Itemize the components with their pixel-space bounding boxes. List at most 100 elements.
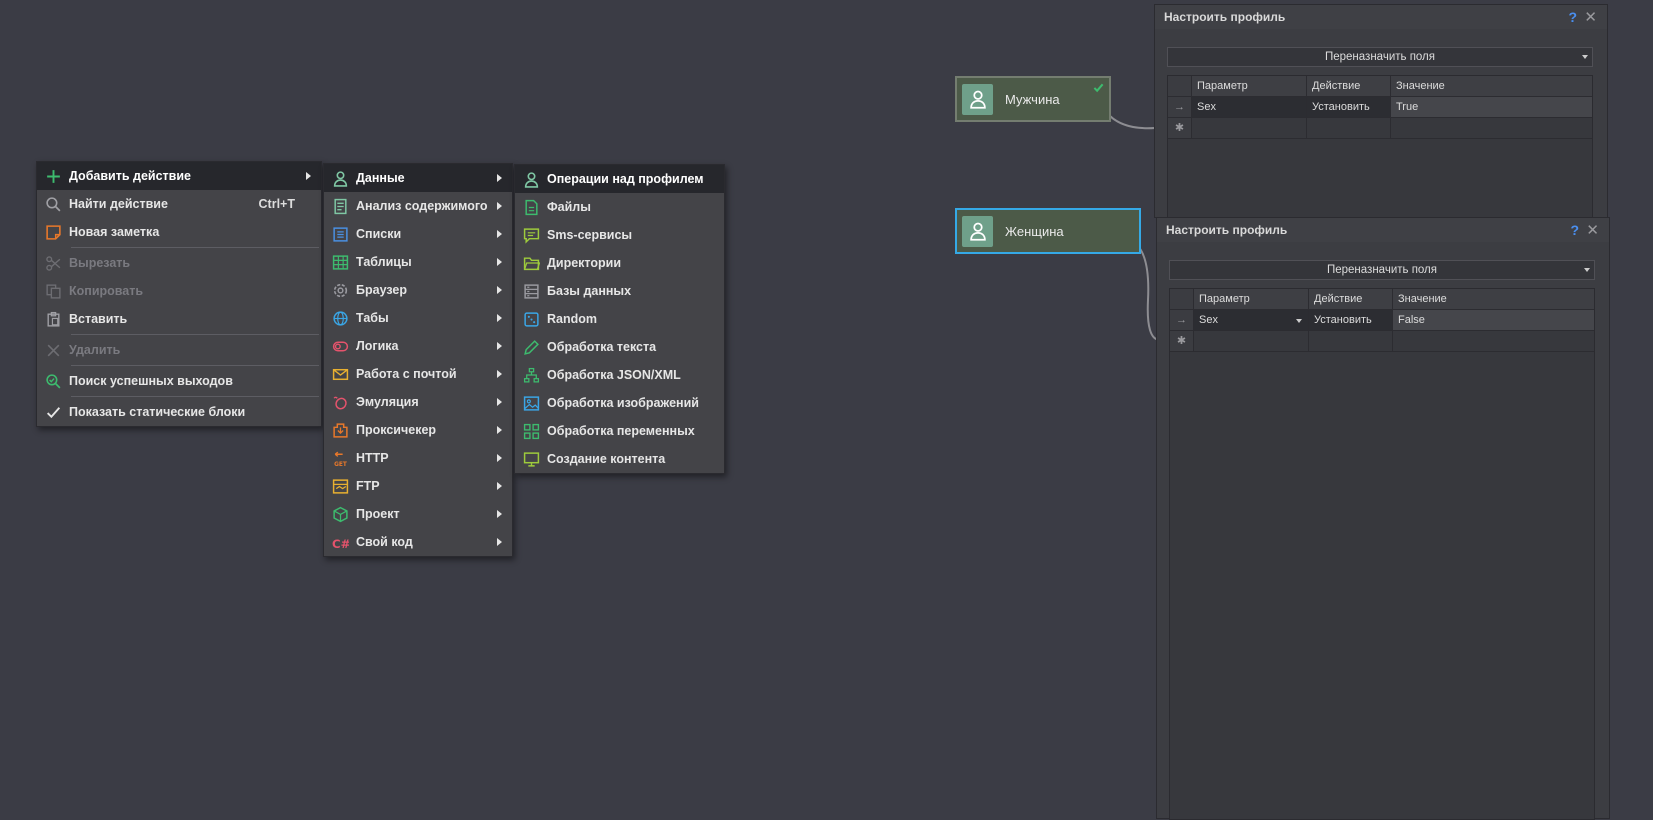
row-arrow-icon: → <box>1168 97 1192 117</box>
menu-item-text-processing[interactable]: Обработка текста <box>515 333 724 361</box>
column-header[interactable]: Значение <box>1393 289 1594 309</box>
menu-item-custom-code[interactable]: C# Свой код <box>324 528 512 556</box>
menu-item-proxychecker[interactable]: Проксичекер <box>324 416 512 444</box>
copy-icon <box>37 283 69 300</box>
file-icon <box>515 199 547 216</box>
panel-title: Настроить профиль <box>1166 223 1288 237</box>
action-cell[interactable]: Установить <box>1309 310 1393 330</box>
new-row[interactable]: ✱ <box>1170 331 1594 352</box>
menu-item-mail[interactable]: Работа с почтой <box>324 360 512 388</box>
menu-item-new-note[interactable]: Новая заметка <box>37 218 321 246</box>
value-cell[interactable]: True <box>1391 97 1592 117</box>
grid-header: Параметр Действие Значение <box>1168 76 1592 97</box>
toggle-icon <box>324 338 356 355</box>
menu-item-paste[interactable]: Вставить <box>37 305 321 333</box>
context-menu: Добавить действие Найти действие Ctrl+T … <box>36 161 322 427</box>
menu-item-browser[interactable]: Браузер <box>324 276 512 304</box>
action-cell[interactable]: Установить <box>1307 97 1391 117</box>
table-icon <box>324 254 356 271</box>
remap-fields-dropdown[interactable]: Переназначить поля <box>1167 47 1593 67</box>
menu-item-tabs[interactable]: Табы <box>324 304 512 332</box>
menu-item-http[interactable]: GET HTTP <box>324 444 512 472</box>
panel-title: Настроить профиль <box>1164 10 1286 24</box>
globe-icon <box>324 310 356 327</box>
paste-icon <box>37 311 69 328</box>
menu-item-emulation[interactable]: Эмуляция <box>324 388 512 416</box>
value-cell[interactable]: False <box>1393 310 1594 330</box>
menu-item-ftp[interactable]: FTP <box>324 472 512 500</box>
chevron-down-icon <box>1582 55 1588 59</box>
menu-item-data[interactable]: Данные <box>324 164 512 192</box>
node-male[interactable]: Мужчина <box>955 76 1111 122</box>
panel-title-bar: Настроить профиль ? ✕ <box>1157 218 1609 242</box>
menu-item-project[interactable]: Проект <box>324 500 512 528</box>
chat-icon <box>515 227 547 244</box>
menu-item-copy[interactable]: Копировать <box>37 277 321 305</box>
menu-item-profile-operations[interactable]: Операции над профилем <box>515 165 724 193</box>
close-icon[interactable]: ✕ <box>1584 8 1597 26</box>
table-row[interactable]: → Sex Установить False <box>1170 310 1594 331</box>
menu-item-image-processing[interactable]: Обработка изображений <box>515 389 724 417</box>
param-select[interactable]: Sex <box>1194 310 1309 330</box>
param-cell[interactable]: Sex <box>1192 97 1307 117</box>
user-icon <box>324 170 356 187</box>
menu-item-lists[interactable]: Списки <box>324 220 512 248</box>
menu-item-directories[interactable]: Директории <box>515 249 724 277</box>
menu-item-json-xml[interactable]: Обработка JSON/XML <box>515 361 724 389</box>
menu-item-show-static-blocks[interactable]: Показать статические блоки <box>37 398 321 426</box>
column-header[interactable]: Параметр <box>1194 289 1309 309</box>
column-header[interactable]: Действие <box>1307 76 1391 96</box>
menu-item-files[interactable]: Файлы <box>515 193 724 221</box>
grid-icon <box>515 423 547 440</box>
menu-item-random[interactable]: Random <box>515 305 724 333</box>
column-header[interactable]: Параметр <box>1192 76 1307 96</box>
shortcut-label: Ctrl+T <box>258 197 295 211</box>
dice-icon <box>515 311 547 328</box>
remap-fields-dropdown[interactable]: Переназначить поля <box>1169 260 1595 280</box>
menu-item-sms-services[interactable]: Sms-сервисы <box>515 221 724 249</box>
menu-item-tables[interactable]: Таблицы <box>324 248 512 276</box>
table-row[interactable]: → Sex Установить True <box>1168 97 1592 118</box>
close-icon[interactable]: ✕ <box>1586 221 1599 239</box>
chevron-down-icon <box>1584 268 1590 272</box>
mail-icon <box>324 366 356 383</box>
params-grid: Параметр Действие Значение → Sex Установ… <box>1169 288 1595 820</box>
menu-item-variable-processing[interactable]: Обработка переменных <box>515 417 724 445</box>
document-analysis-icon <box>324 198 356 215</box>
menu-item-find-success-outputs[interactable]: Поиск успешных выходов <box>37 367 321 395</box>
menu-item-delete[interactable]: Удалить <box>37 336 321 364</box>
ftp-icon <box>324 478 356 495</box>
pencil-icon <box>515 339 547 356</box>
node-female[interactable]: Женщина <box>955 208 1141 254</box>
chevron-down-icon <box>1296 319 1302 323</box>
submenu-data: Операции над профилем Файлы Sms-сервисы … <box>514 164 725 474</box>
folder-icon <box>515 255 547 272</box>
column-header[interactable]: Значение <box>1391 76 1592 96</box>
profile-settings-panel-2: Настроить профиль ? ✕ Переназначить поля… <box>1156 217 1610 820</box>
menu-item-content-creation[interactable]: Создание контента <box>515 445 724 473</box>
help-icon[interactable]: ? <box>1568 9 1577 25</box>
help-icon[interactable]: ? <box>1570 222 1579 238</box>
menu-item-find-action[interactable]: Найти действие Ctrl+T <box>37 190 321 218</box>
svg-text:C#: C# <box>332 536 349 550</box>
svg-text:GET: GET <box>334 461 347 466</box>
check-icon <box>37 404 69 421</box>
new-row-icon: ✱ <box>1168 118 1192 138</box>
menu-separator <box>71 396 319 397</box>
grid-header: Параметр Действие Значение <box>1170 289 1594 310</box>
menu-item-logic[interactable]: Логика <box>324 332 512 360</box>
hierarchy-icon <box>515 367 547 384</box>
http-get-icon: GET <box>324 450 356 467</box>
submenu-categories: Данные Анализ содержимого Списки Таблицы… <box>323 163 513 557</box>
node-label: Мужчина <box>1005 91 1060 107</box>
menu-item-add-action[interactable]: Добавить действие <box>37 162 321 190</box>
profile-settings-panel-1: Настроить профиль ? ✕ Переназначить поля… <box>1154 4 1608 225</box>
menu-item-content-analysis[interactable]: Анализ содержимого <box>324 192 512 220</box>
menu-item-cut[interactable]: Вырезать <box>37 249 321 277</box>
database-icon <box>515 283 547 300</box>
column-header[interactable]: Действие <box>1309 289 1393 309</box>
menu-item-databases[interactable]: Базы данных <box>515 277 724 305</box>
new-row[interactable]: ✱ <box>1168 118 1592 139</box>
params-grid: Параметр Действие Значение → Sex Установ… <box>1167 75 1593 225</box>
new-row-icon: ✱ <box>1170 331 1194 351</box>
